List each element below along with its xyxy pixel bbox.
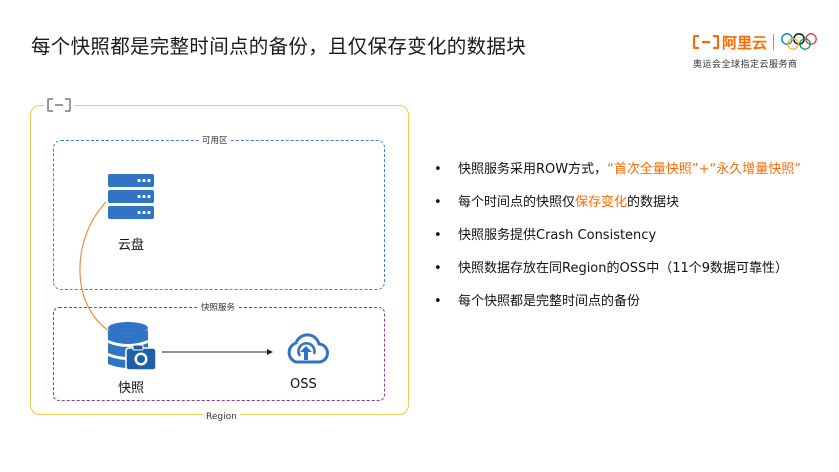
brand-divider [773,34,775,50]
snapshot-service-label: 快照服务 [198,301,239,313]
bullet-item: 每个时间点的快照仅保存变化的数据块 [432,193,812,212]
bullet-text: 每个时间点的快照仅 [458,195,576,210]
bullet-item: 每个快照都是完整时间点的备份 [432,292,812,311]
aliyun-corner-icon [44,98,74,112]
olympic-rings-icon [781,33,817,50]
slide-title: 每个快照都是完整时间点的备份，且仅保存变化的数据块 [31,35,527,58]
bullet-highlight: “首次全量快照”+“永久增量快照” [607,162,801,177]
brand-subtitle: 奥运会全球指定云服务商 [693,60,798,70]
bullet-text: 快照服务提供Crash Consistency [458,228,657,243]
bullet-list: 快照服务采用ROW方式，“首次全量快照”+“永久增量快照” 每个时间点的快照仅保… [432,160,812,325]
oss-cloud-icon [287,333,329,364]
bullet-item: 快照数据存放在同Region的OSS中（11个9数据可靠性） [432,259,812,278]
bullet-text: 快照数据存放在同Region的OSS中（11个9数据可靠性） [458,261,789,276]
bullet-text-tail: 的数据块 [627,195,680,210]
brand-logo: 阿里云 奥运会全球指定云服务商 [693,32,819,70]
snapshot-label: 快照 [118,381,145,396]
bullet-item: 快照服务提供Crash Consistency [432,226,812,245]
oss-label: OSS [290,377,317,392]
aliyun-logo-icon [693,35,719,49]
bullet-text: 每个快照都是完整时间点的备份 [458,294,641,309]
snapshot-icon [108,322,157,371]
bullet-item: 快照服务采用ROW方式，“首次全量快照”+“永久增量快照” [432,160,812,179]
region-label: Region [203,412,240,422]
brand-name: 阿里云 [722,33,768,52]
upload-arrow [162,349,273,355]
bullet-highlight: 保存变化 [575,195,628,210]
availability-zone-label: 可用区 [199,134,231,146]
bullet-text: 快照服务采用ROW方式， [458,162,608,177]
